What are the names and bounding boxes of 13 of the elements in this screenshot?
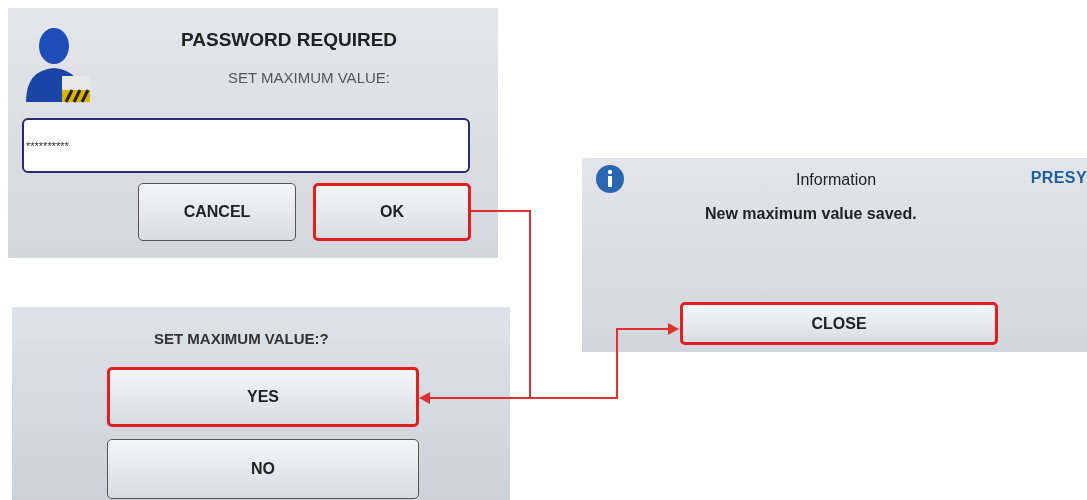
- logo-text: PRESY: [1030, 168, 1087, 188]
- dialog-button[interactable]: CANCEL: [138, 183, 296, 241]
- password-field[interactable]: **********: [22, 118, 470, 173]
- dialog-title: Information: [796, 170, 877, 190]
- dialog-button[interactable]: OK: [313, 183, 471, 241]
- dialog-subtitle: SET MAXIMUM VALUE:: [228, 67, 390, 88]
- dialog-button[interactable]: NO: [107, 438, 419, 499]
- info-message: New maximum value saved.: [705, 204, 918, 224]
- dialog-title: PASSWORD REQUIRED: [180, 28, 398, 52]
- dialog-title: SET MAXIMUM VALUE:?: [154, 329, 330, 349]
- info-icon: [595, 164, 625, 194]
- dialog-button[interactable]: YES: [107, 366, 419, 427]
- dialog-button[interactable]: CLOSE: [680, 302, 998, 345]
